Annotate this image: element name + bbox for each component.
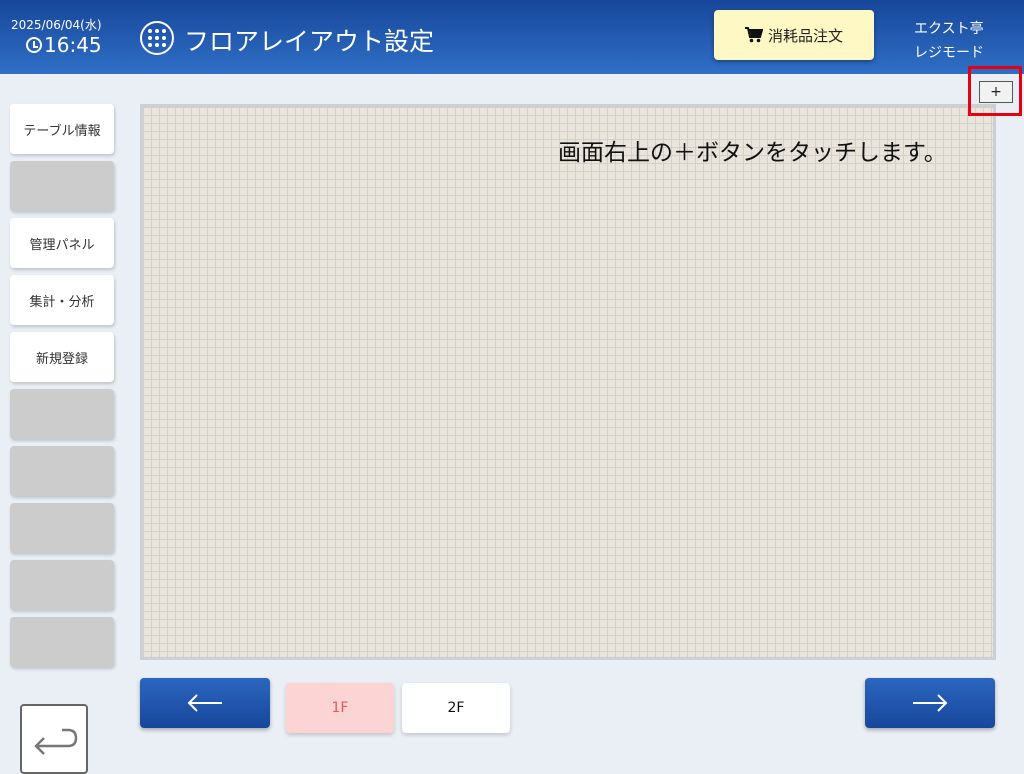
current-date: 2025/06/04(水) [11,18,102,32]
sidebar-item-analytics[interactable]: 集計・分析 [10,275,114,325]
order-supplies-label: 消耗品注文 [767,26,843,45]
sidebar-item-label: 管理パネル [29,237,95,253]
floor-layout-canvas[interactable]: 画面右上の＋ボタンをタッチします。 [140,104,996,660]
arrow-right-icon [913,694,948,712]
arrow-left-icon [187,694,222,712]
current-time: 16:45 [26,33,102,57]
floor-tab-2f[interactable]: 2F [402,683,510,733]
next-floor-button[interactable] [865,678,995,728]
sidebar: テーブル情報 管理パネル 集計・分析 新規登録 [10,104,114,674]
header-bar: 2025/06/04(水) 16:45 フロアレイアウト設定 消耗品注文 エクス… [0,0,1024,74]
sidebar-item-empty [10,560,114,610]
sidebar-item-empty [10,617,114,667]
order-supplies-button[interactable]: 消耗品注文 [714,10,874,60]
sidebar-item-table-info[interactable]: テーブル情報 [10,104,114,154]
shop-name: エクスト亭 [914,21,984,37]
instruction-text: 画面右上の＋ボタンをタッチします。 [558,140,947,166]
back-button[interactable] [20,704,88,774]
grid-menu-icon[interactable] [140,21,174,55]
cart-icon [744,27,763,43]
time-value: 16:45 [44,33,102,57]
sidebar-item-admin-panel[interactable]: 管理パネル [10,218,114,268]
page-title: フロアレイアウト設定 [184,27,435,56]
sidebar-item-label: 新規登録 [35,351,88,367]
floor-tab-1f[interactable]: 1F [286,683,394,733]
clock-icon [26,37,42,53]
prev-floor-button[interactable] [140,678,270,728]
sidebar-item-empty [10,389,114,439]
sidebar-item-empty [10,503,114,553]
sidebar-item-label: 集計・分析 [29,294,95,310]
mode-label: レジモード [914,45,984,61]
sidebar-item-new-registration[interactable]: 新規登録 [10,332,114,382]
shop-info: エクスト亭 レジモード [914,17,984,65]
return-icon [34,728,78,755]
add-table-button[interactable]: + [979,81,1013,103]
sidebar-item-empty [10,446,114,496]
sidebar-item-empty [10,161,114,211]
sidebar-item-label: テーブル情報 [23,123,101,139]
